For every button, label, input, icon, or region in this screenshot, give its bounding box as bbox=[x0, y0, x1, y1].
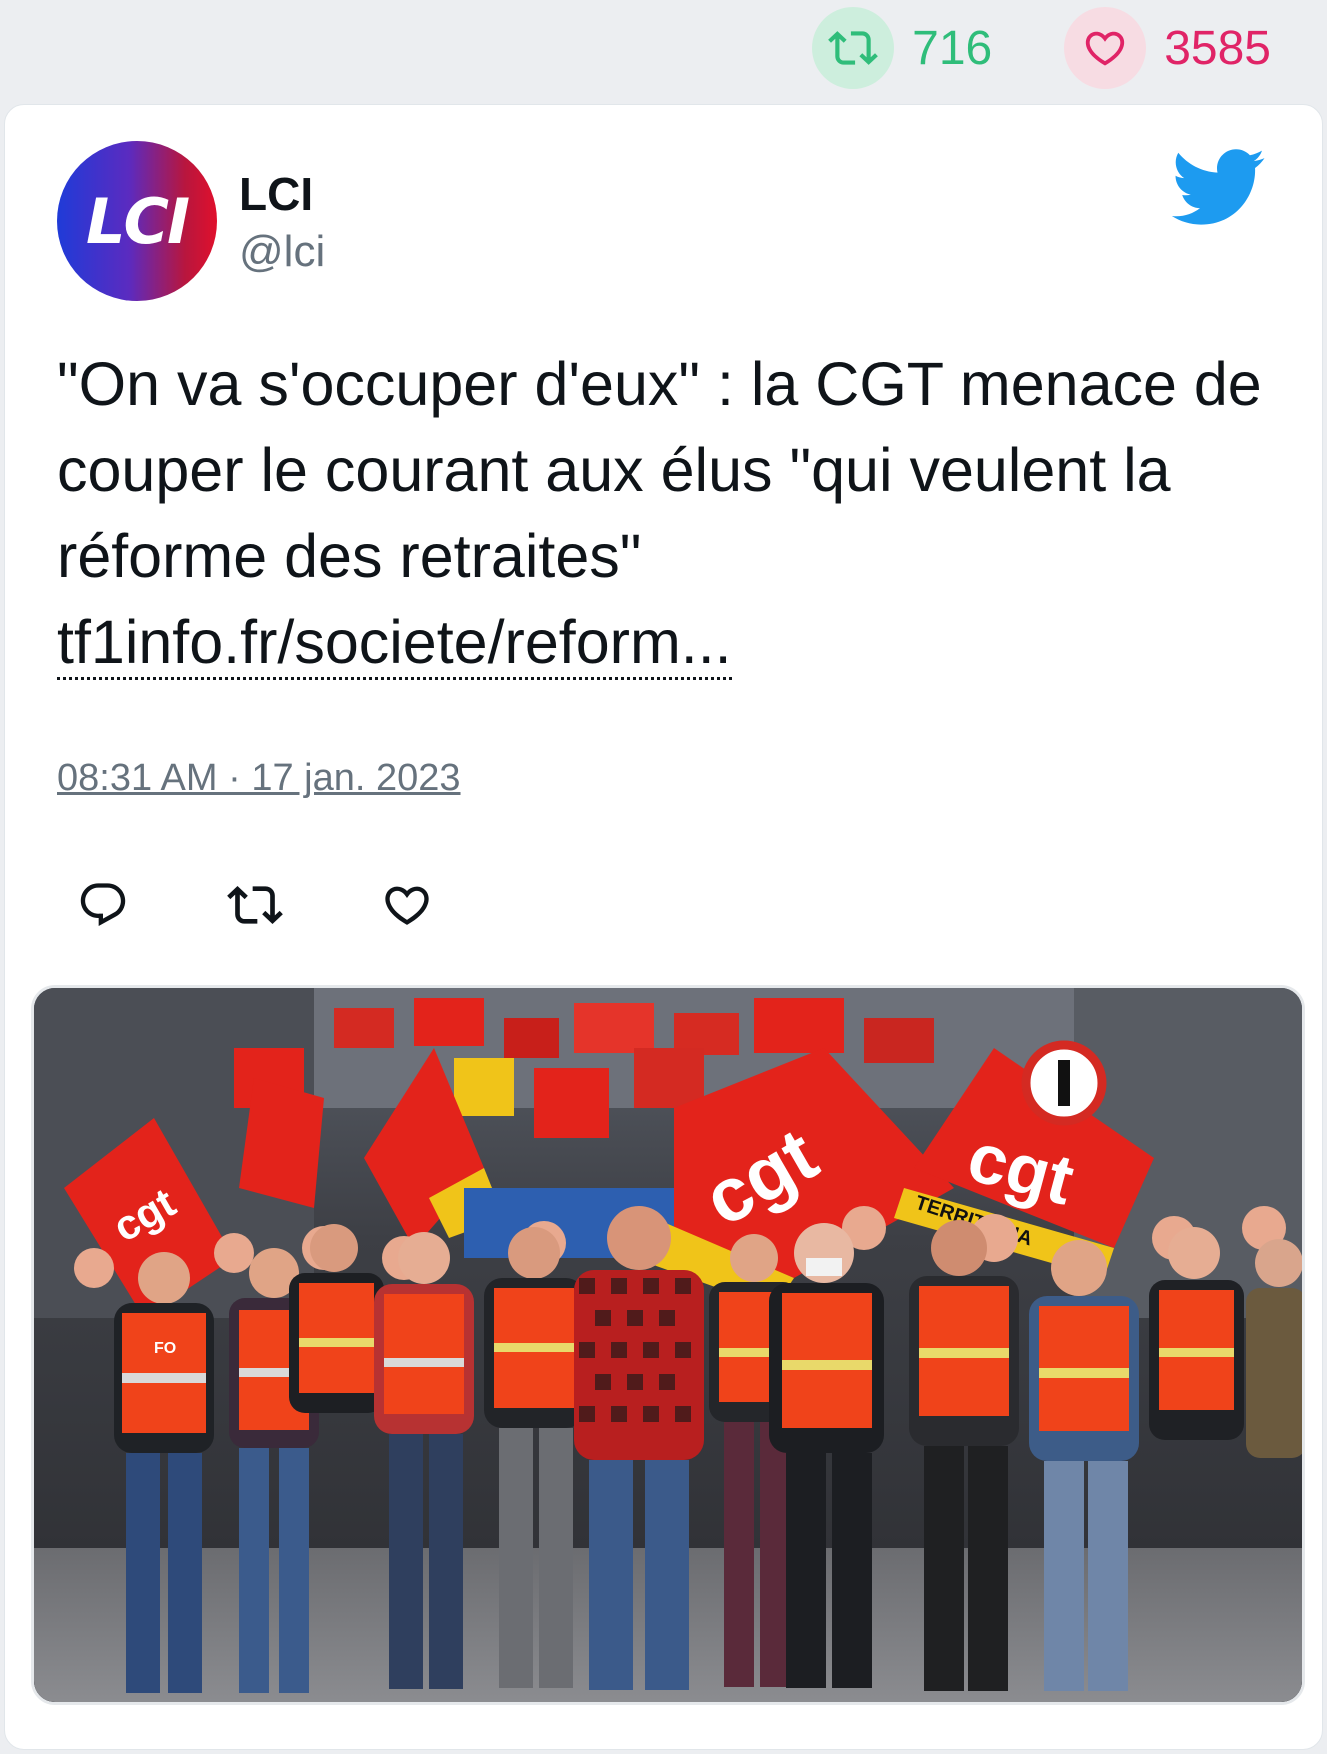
tweet-photo[interactable]: cgt cgt cgt TERRITORIA FO bbox=[31, 985, 1305, 1705]
heart-icon bbox=[385, 886, 429, 925]
timestamp[interactable]: 08:31 AM · 17 jan. 2023 bbox=[57, 757, 461, 800]
like-stat[interactable]: 3585 bbox=[1064, 7, 1271, 89]
retweet-icon bbox=[227, 886, 283, 924]
heart-icon[interactable] bbox=[1064, 7, 1147, 89]
retweet-icon[interactable] bbox=[812, 7, 895, 89]
avatar-logo-text: LCI bbox=[85, 184, 190, 258]
svg-text:FO: FO bbox=[154, 1340, 176, 1357]
reply-icon bbox=[80, 883, 126, 927]
reply-button[interactable] bbox=[73, 875, 133, 935]
tweet-text: "On va s'occuper d'eux" : la CGT menace … bbox=[57, 341, 1277, 685]
protest-photo: cgt cgt cgt TERRITORIA FO bbox=[34, 988, 1302, 1702]
engagement-stats: 716 3585 bbox=[740, 0, 1327, 96]
like-count: 3585 bbox=[1164, 21, 1271, 75]
author-handle[interactable]: @lci bbox=[239, 227, 325, 277]
road-sign bbox=[1021, 1040, 1107, 1126]
tweet-card: LCI LCI @lci "On va s'occuper d'eux" : l… bbox=[4, 104, 1323, 1750]
author-name[interactable]: LCI bbox=[239, 167, 313, 221]
avatar[interactable]: LCI bbox=[57, 141, 217, 301]
twitter-bird-icon[interactable] bbox=[1168, 145, 1266, 229]
retweet-stat[interactable]: 716 bbox=[812, 7, 992, 89]
retweet-button[interactable] bbox=[225, 875, 285, 935]
tweet-link[interactable]: tf1info.fr/societe/reform... bbox=[57, 607, 732, 680]
tweet-actions bbox=[73, 875, 529, 935]
retweet-count: 716 bbox=[912, 21, 993, 75]
tweet-body: "On va s'occuper d'eux" : la CGT menace … bbox=[57, 350, 1262, 590]
like-button[interactable] bbox=[377, 875, 437, 935]
